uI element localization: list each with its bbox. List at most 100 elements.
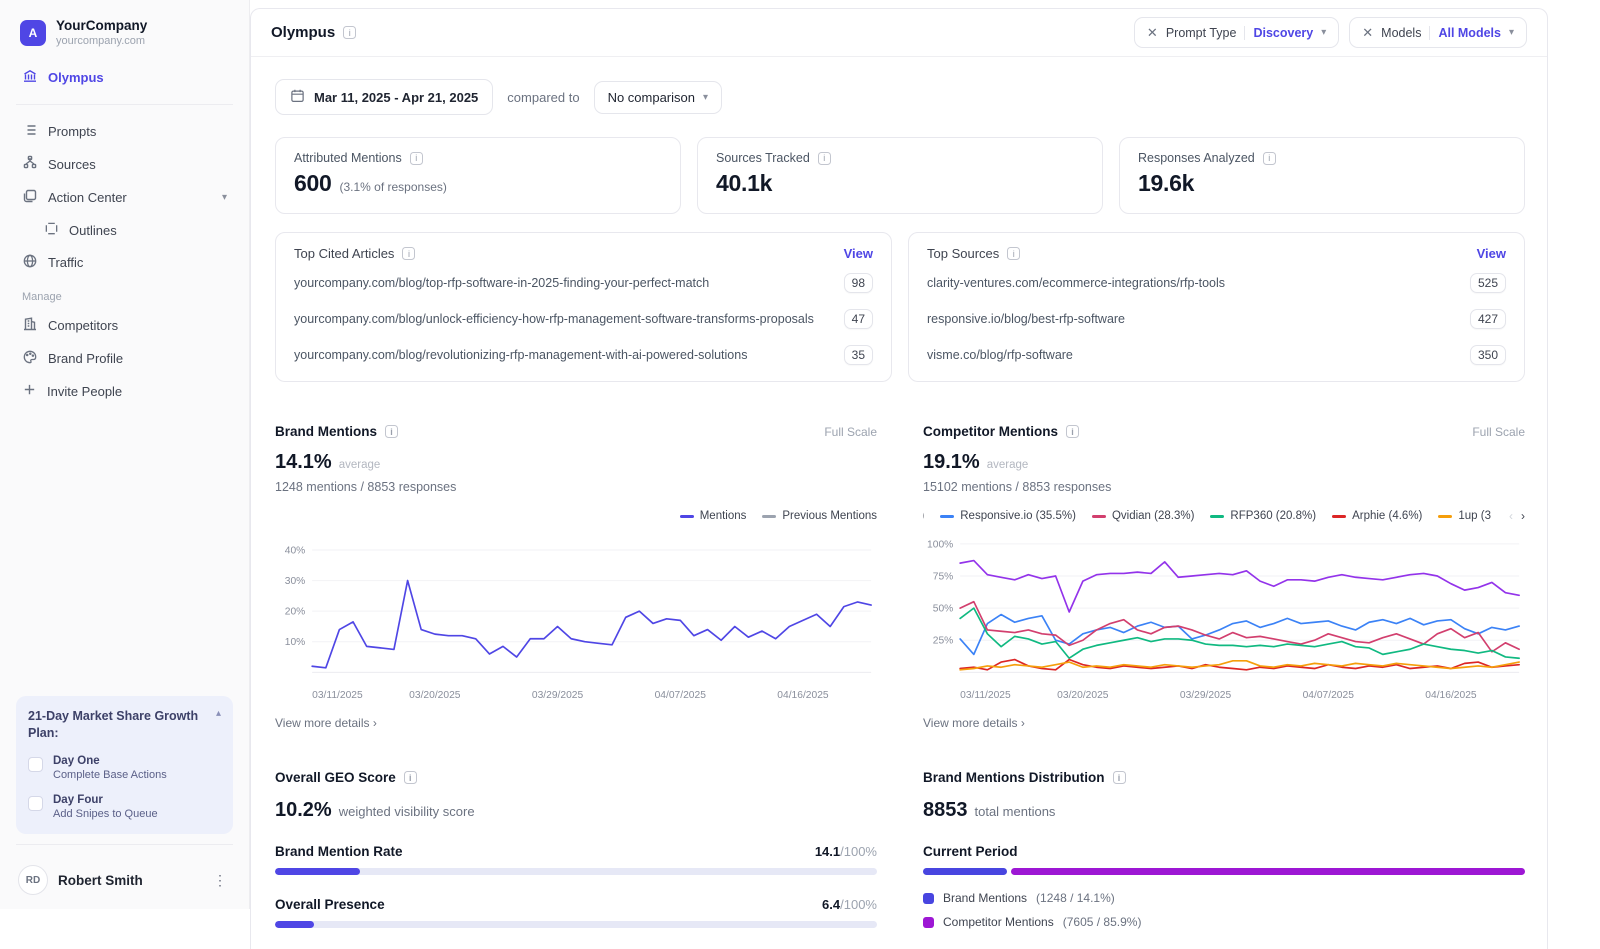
brand-mentions-line-chart[interactable]: 10% 20% 30% 40% 03/11/2025 03/20/2025 03/29/20… xyxy=(275,532,877,704)
article-url[interactable]: yourcompany.com/blog/unlock-efficiency-h… xyxy=(294,312,814,326)
date-range-picker[interactable]: Mar 11, 2025 - Apr 21, 2025 xyxy=(275,79,494,115)
metric-card-responses-analyzed: Responses Analyzed i 19.6k xyxy=(1119,137,1525,214)
close-icon[interactable]: ✕ xyxy=(1362,25,1373,41)
competitor-mentions-line-chart[interactable]: 25% 50% 75% 100% 03/11/2025 03/20/2025 03/29/2… xyxy=(923,532,1525,704)
user-menu[interactable]: RD Robert Smith ⋮ xyxy=(14,855,235,897)
sidebar-item-traffic[interactable]: Traffic xyxy=(14,246,235,279)
total-mentions-label: total mentions xyxy=(974,804,1056,819)
info-icon[interactable]: i xyxy=(402,247,416,260)
info-icon[interactable]: i xyxy=(1112,771,1126,784)
sidebar-item-action-center[interactable]: Action Center ▾ xyxy=(14,181,235,214)
list-item: yourcompany.com/blog/unlock-efficiency-h… xyxy=(294,301,873,337)
sidebar-item-label: Action Center xyxy=(48,190,127,205)
legend-swatch xyxy=(762,514,777,518)
metric-value: 40.1k xyxy=(716,170,773,196)
view-more-details-link[interactable]: View more details › xyxy=(275,716,877,730)
company-logo: A xyxy=(20,20,46,46)
sidebar-item-invite-people[interactable]: Invite People xyxy=(14,375,235,407)
frame-icon xyxy=(44,221,59,239)
legend-swatch xyxy=(940,514,955,518)
brand-mentions-section: Brand Mentions i Full Scale 14.1% average… xyxy=(275,424,877,730)
filter-value: Discovery xyxy=(1253,25,1314,40)
chevron-right-icon[interactable]: › xyxy=(1521,509,1525,523)
brand-mentions-segment xyxy=(923,868,1008,875)
day-four-checkbox[interactable] xyxy=(28,796,43,811)
chevron-up-icon[interactable]: ▴ xyxy=(216,708,221,719)
list-item: visme.co/blog/rfp-software 350 xyxy=(927,337,1506,373)
list-item: responsive.io/blog/best-rfp-software 427 xyxy=(927,301,1506,337)
kebab-menu-icon[interactable]: ⋮ xyxy=(209,872,231,889)
info-icon[interactable]: i xyxy=(409,151,423,165)
brand-chart-legend: Mentions Previous Mentions xyxy=(275,508,877,524)
prompt-type-filter[interactable]: ✕ Prompt Type Discovery ▾ xyxy=(1133,17,1340,48)
legend-item-previous-mentions[interactable]: Previous Mentions xyxy=(762,510,877,522)
day-one-checkbox[interactable] xyxy=(28,757,43,772)
sidebar-item-olympus[interactable]: Olympus xyxy=(14,61,235,94)
metric-label: Sources Tracked xyxy=(716,151,810,165)
view-more-details-link[interactable]: View more details › xyxy=(923,716,1525,730)
average-value: 19.1% xyxy=(923,451,980,473)
legend-swatch xyxy=(1438,514,1453,518)
count-badge: 98 xyxy=(843,273,873,293)
sidebar-item-brand-profile[interactable]: Brand Profile xyxy=(14,342,235,375)
legend-item-1up[interactable]: 1up (3 xyxy=(1438,510,1491,522)
mentions-subtitle: 15102 mentions / 8853 responses xyxy=(923,480,1112,494)
legend-item-loopio[interactable]: Loopio (72.1%) xyxy=(923,510,924,522)
info-icon[interactable]: i xyxy=(385,425,399,438)
sidebar-item-outlines[interactable]: Outlines xyxy=(14,214,235,246)
legend-item-mentions[interactable]: Mentions xyxy=(679,510,746,522)
distribution-stacked-bar xyxy=(923,868,1525,875)
filter-value: All Models xyxy=(1438,25,1501,40)
sidebar-item-label: Sources xyxy=(48,157,96,172)
legend-item-arphie[interactable]: Arphie (4.6%) xyxy=(1332,510,1422,522)
svg-text:04/16/2025: 04/16/2025 xyxy=(777,690,829,701)
svg-text:03/11/2025: 03/11/2025 xyxy=(312,690,363,701)
full-scale-toggle[interactable]: Full Scale xyxy=(1472,425,1525,439)
sidebar-item-sources[interactable]: Sources xyxy=(14,148,235,181)
models-filter[interactable]: ✕ Models All Models ▾ xyxy=(1349,17,1527,48)
source-url[interactable]: visme.co/blog/rfp-software xyxy=(927,348,1073,362)
geo-score-value: 10.2% xyxy=(275,799,332,821)
source-url[interactable]: clarity-ventures.com/ecommerce-integrati… xyxy=(927,276,1225,290)
card-title: Top Sources xyxy=(927,246,1000,261)
article-url[interactable]: yourcompany.com/blog/revolutionizing-rfp… xyxy=(294,348,747,362)
sidebar-item-label: Traffic xyxy=(48,255,84,270)
info-icon[interactable]: i xyxy=(1262,151,1276,165)
view-link[interactable]: View xyxy=(1477,246,1506,261)
source-url[interactable]: responsive.io/blog/best-rfp-software xyxy=(927,312,1125,326)
article-url[interactable]: yourcompany.com/blog/top-rfp-software-in… xyxy=(294,276,709,290)
sidebar-item-label: Prompts xyxy=(48,124,97,139)
info-icon[interactable]: i xyxy=(817,151,831,165)
legend-swatch xyxy=(923,892,934,904)
legend-item-responsive[interactable]: Responsive.io (35.5%) xyxy=(940,510,1076,522)
info-icon[interactable]: i xyxy=(1007,247,1021,260)
sidebar-item-prompts[interactable]: Prompts xyxy=(14,115,235,148)
section-title: Brand Mentions Distribution xyxy=(923,770,1105,785)
svg-text:03/20/2025: 03/20/2025 xyxy=(1057,690,1109,701)
sidebar-item-label: Outlines xyxy=(69,222,117,238)
divider xyxy=(16,844,233,845)
metric-value: 19.6k xyxy=(1138,170,1195,196)
plus-icon xyxy=(22,382,37,400)
score-bar-label: Overall Presence xyxy=(275,897,385,912)
full-scale-toggle[interactable]: Full Scale xyxy=(824,425,877,439)
page-header: Olympus i ✕ Prompt Type Discovery ▾ ✕ Mo… xyxy=(251,9,1547,57)
info-icon[interactable]: i xyxy=(403,771,417,784)
svg-text:03/29/2025: 03/29/2025 xyxy=(1180,690,1232,701)
legend-item-qvidian[interactable]: Qvidian (28.3%) xyxy=(1091,510,1194,522)
metric-card-attributed-mentions: Attributed Mentions i 600 (3.1% of respons… xyxy=(275,137,681,214)
page-title: Olympus xyxy=(271,24,336,41)
close-icon[interactable]: ✕ xyxy=(1147,25,1158,41)
chevron-left-icon[interactable]: ‹ xyxy=(1509,509,1513,523)
sidebar-item-competitors[interactable]: Competitors xyxy=(14,309,235,342)
average-value: 14.1% xyxy=(275,451,332,473)
view-link[interactable]: View xyxy=(844,246,873,261)
legend-item-rfp360[interactable]: RFP360 (20.8%) xyxy=(1210,510,1316,522)
info-icon[interactable]: i xyxy=(1066,425,1079,438)
comparison-select[interactable]: No comparison ▾ xyxy=(593,80,723,114)
list-item: yourcompany.com/blog/revolutionizing-rfp… xyxy=(294,337,873,373)
svg-text:03/20/2025: 03/20/2025 xyxy=(409,690,461,701)
date-range-label: Mar 11, 2025 - Apr 21, 2025 xyxy=(314,89,479,105)
svg-text:04/07/2025: 04/07/2025 xyxy=(1303,690,1355,701)
info-icon[interactable]: i xyxy=(343,26,357,39)
